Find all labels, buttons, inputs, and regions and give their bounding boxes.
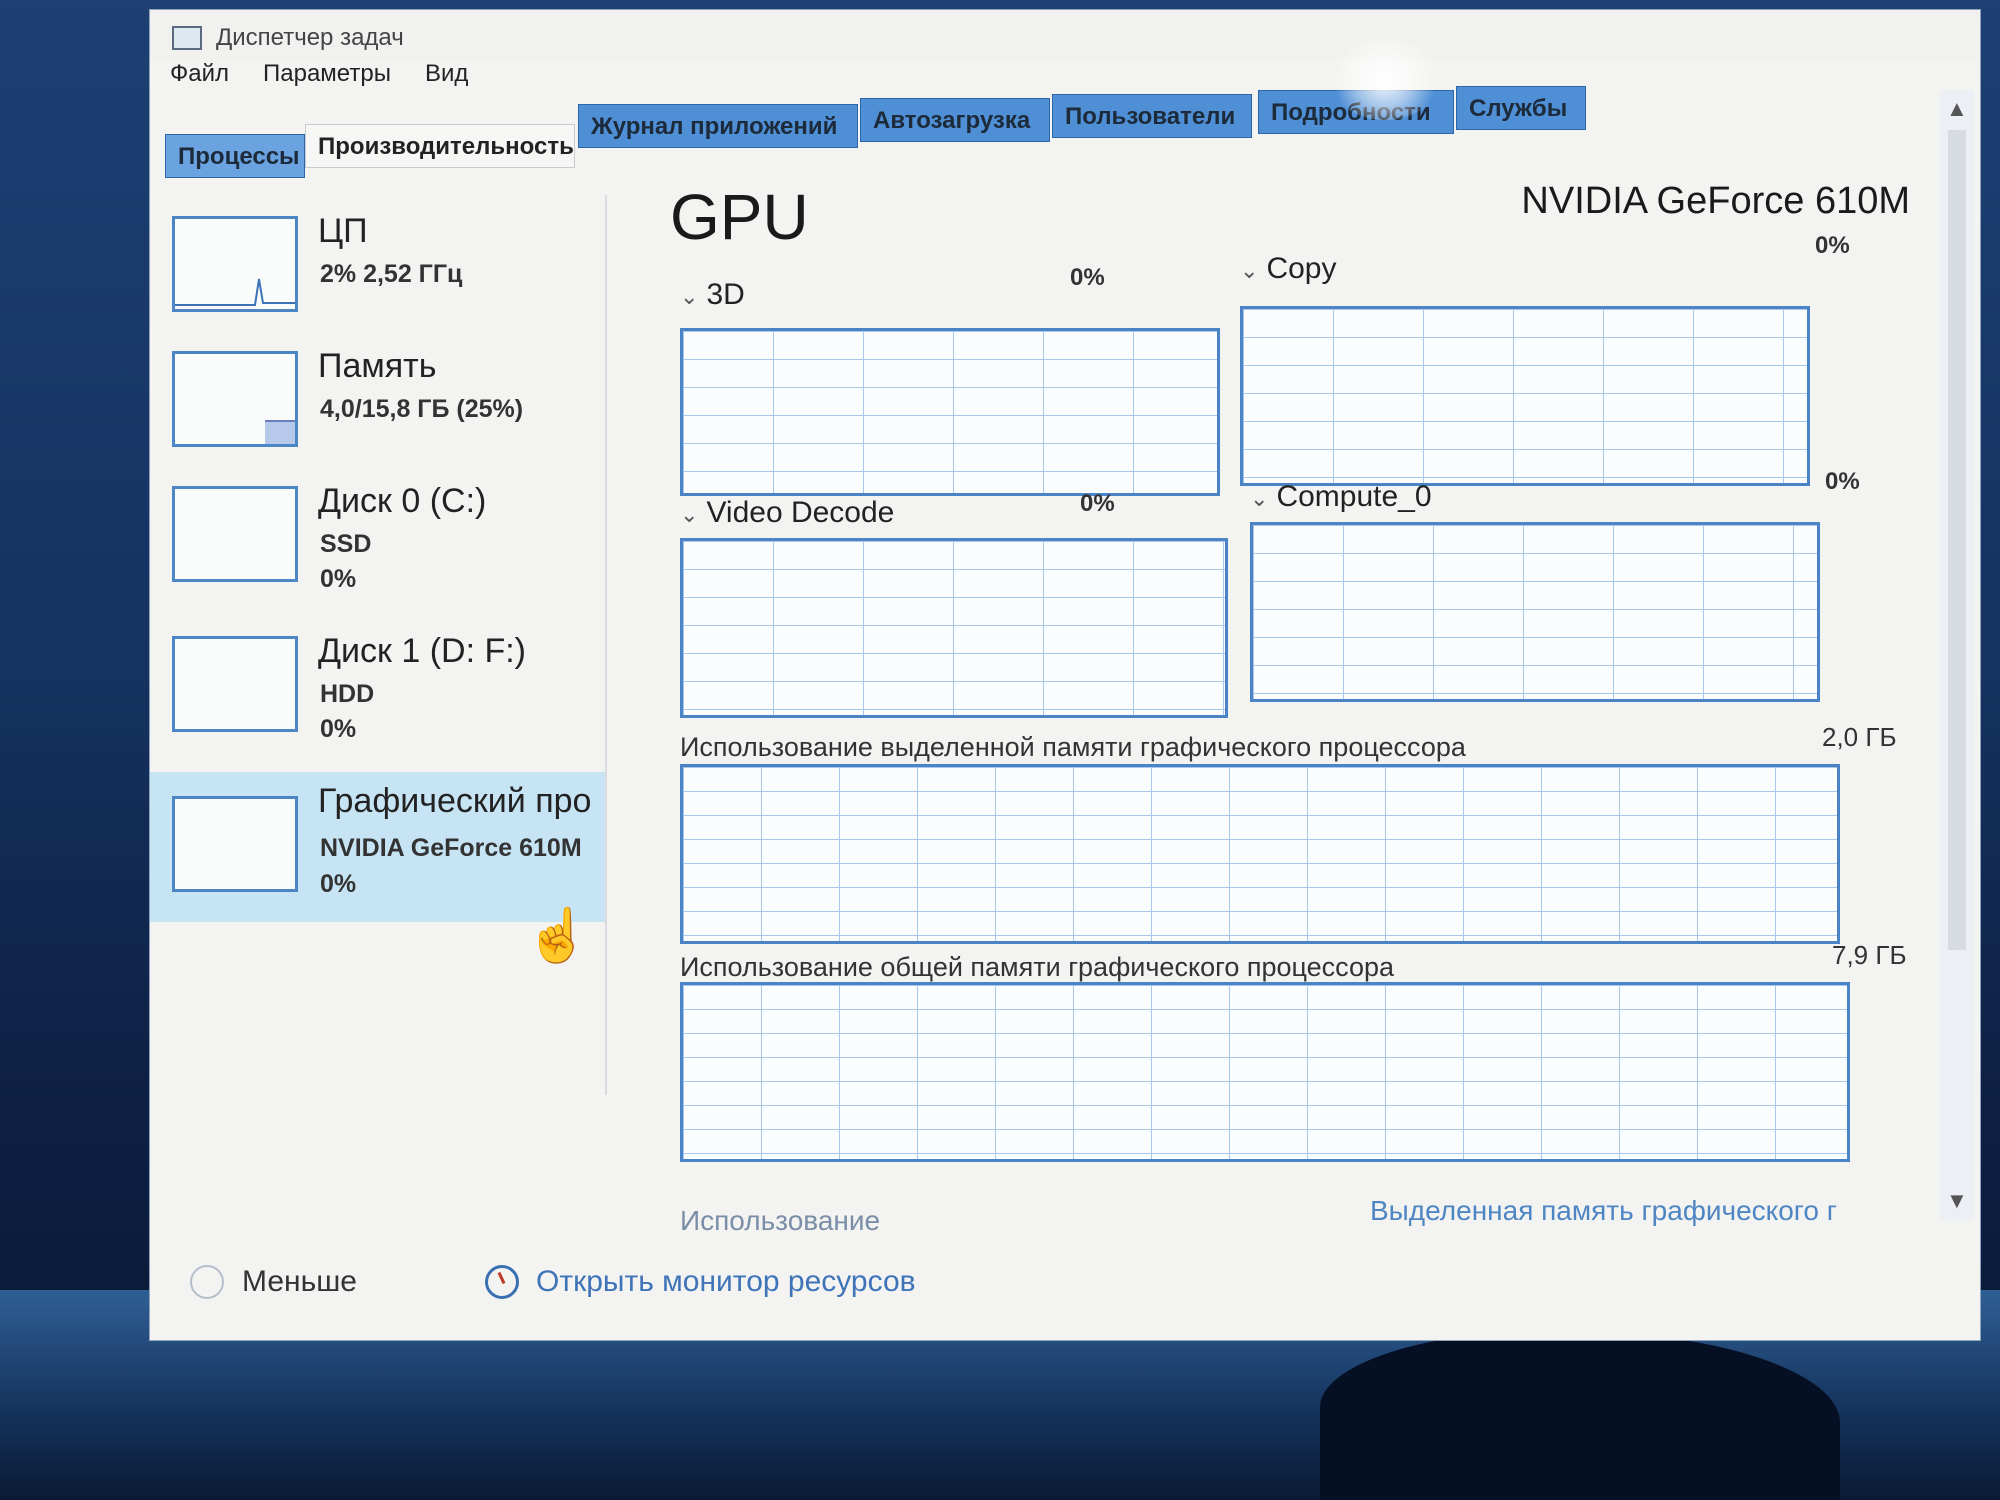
engine-video-decode-label: Video Decode <box>706 496 895 529</box>
dedicated-memory-graph <box>680 764 1840 944</box>
scroll-up-icon[interactable]: ▲ <box>1946 96 1968 122</box>
shared-memory-max: 7,9 ГБ <box>1832 940 1907 970</box>
engine-copy-graph <box>1240 306 1810 486</box>
tab-startup[interactable]: Автозагрузка <box>860 98 1050 142</box>
window-title: Диспетчер задач <box>216 24 404 51</box>
dedicated-memory-label: Использование выделенной памяти графичес… <box>680 732 1466 762</box>
chevron-down-icon: ⌄ <box>680 502 699 527</box>
sidebar-item-label: ЦП <box>318 212 368 250</box>
engine-copy-percent: 0% <box>1815 232 1850 259</box>
sidebar-item-percent: 0% <box>320 715 357 743</box>
page-title: GPU <box>670 181 809 253</box>
engine-copy-label: Copy <box>1266 252 1337 285</box>
engine-video-decode-selector[interactable]: ⌄ Video Decode <box>680 496 894 530</box>
sidebar-item-percent: 0% <box>320 565 357 593</box>
engine-video-decode-percent: 0% <box>1080 490 1115 517</box>
engine-3d-selector[interactable]: ⌄ 3D <box>680 278 745 312</box>
open-resource-monitor-label: Открыть монитор ресурсов <box>536 1265 916 1298</box>
sidebar-item-disk1[interactable]: Диск 1 (D: F:) HDD 0% <box>150 620 605 770</box>
engine-compute-percent: 0% <box>1825 468 1860 495</box>
chevron-down-icon: ⌄ <box>1250 486 1269 511</box>
screen-glare <box>1330 40 1440 120</box>
engine-compute-graph <box>1250 522 1820 702</box>
sidebar-item-detail: 4,0/15,8 ГБ (25%) <box>320 395 524 423</box>
sidebar-item-label: Графический про <box>318 782 592 820</box>
tab-users[interactable]: Пользователи <box>1052 94 1252 138</box>
tab-strip: Процессы Производительность Журнал прило… <box>160 68 1760 178</box>
memory-fill <box>265 420 295 444</box>
chevron-down-icon: ⌄ <box>1240 258 1259 283</box>
sidebar-item-gpu[interactable]: Графический про NVIDIA GeForce 610M 0% <box>150 772 605 922</box>
chevron-down-icon: ⌄ <box>680 284 699 309</box>
sidebar-item-label: Диск 1 (D: F:) <box>318 632 527 670</box>
engine-3d-graph <box>680 328 1220 496</box>
resource-sidebar: ЦП 2% 2,52 ГГц Память 4,0/15,8 ГБ (25%) … <box>150 160 610 1160</box>
disk0-thumbnail-graph <box>172 486 298 582</box>
gpu-detail-panel: GPU NVIDIA GeForce 610M ⌄ 3D 0% ⌄ Copy 0% … <box>650 160 1950 1260</box>
dedicated-memory-footer-label: Выделенная память графического г <box>1370 1195 1837 1226</box>
shared-memory-label: Использование общей памяти графического … <box>680 952 1395 982</box>
engine-3d-label: 3D <box>706 278 745 311</box>
task-manager-icon <box>172 26 202 50</box>
fewer-details-label: Меньше <box>242 1265 357 1298</box>
engine-compute-label: Compute_0 <box>1276 480 1432 513</box>
sidebar-item-label: Память <box>318 347 437 385</box>
shared-memory-graph <box>680 982 1850 1162</box>
sidebar-item-percent: 0% <box>320 870 357 898</box>
cpu-sparkline <box>175 278 295 306</box>
sidebar-item-memory[interactable]: Память 4,0/15,8 ГБ (25%) <box>150 335 605 475</box>
gpu-thumbnail-graph <box>172 796 298 892</box>
scroll-down-icon[interactable]: ▼ <box>1946 1188 1968 1214</box>
bottom-bar: Меньше Открыть монитор ресурсов <box>150 1255 1980 1325</box>
sidebar-item-detail: NVIDIA GeForce 610M <box>320 834 582 862</box>
engine-video-decode-graph <box>680 538 1228 718</box>
disk1-thumbnail-graph <box>172 636 298 732</box>
task-manager-window: Диспетчер задач Файл Параметры Вид Проце… <box>150 10 1980 1340</box>
engine-compute-selector[interactable]: ⌄ Compute_0 <box>1250 480 1432 514</box>
gpu-model-name: NVIDIA GeForce 610M <box>1521 180 1910 222</box>
engine-3d-percent: 0% <box>1070 264 1105 291</box>
sidebar-item-cpu[interactable]: ЦП 2% 2,52 ГГц <box>150 200 605 340</box>
sidebar-item-detail: HDD <box>320 680 375 708</box>
resource-monitor-icon <box>485 1265 519 1299</box>
scroll-thumb[interactable] <box>1948 130 1966 950</box>
title-bar: Диспетчер задач <box>150 10 1980 60</box>
memory-thumbnail-graph <box>172 351 298 447</box>
collapse-icon <box>190 1265 224 1299</box>
sidebar-item-detail: 2% 2,52 ГГц <box>320 260 463 288</box>
sidebar-item-detail: SSD <box>320 530 372 558</box>
vertical-scrollbar[interactable]: ▲ ▼ <box>1940 90 1974 1220</box>
engine-copy-selector[interactable]: ⌄ Copy <box>1240 252 1336 286</box>
hand-cursor-icon: ☝ <box>525 907 590 965</box>
tab-services[interactable]: Службы <box>1456 86 1586 130</box>
dedicated-memory-max: 2,0 ГБ <box>1822 722 1897 752</box>
tab-app-history[interactable]: Журнал приложений <box>578 104 858 148</box>
utilization-label: Использование <box>680 1205 881 1236</box>
cpu-thumbnail-graph <box>172 216 298 312</box>
sidebar-item-disk0[interactable]: Диск 0 (C:) SSD 0% <box>150 470 605 620</box>
sidebar-item-label: Диск 0 (C:) <box>318 482 487 520</box>
